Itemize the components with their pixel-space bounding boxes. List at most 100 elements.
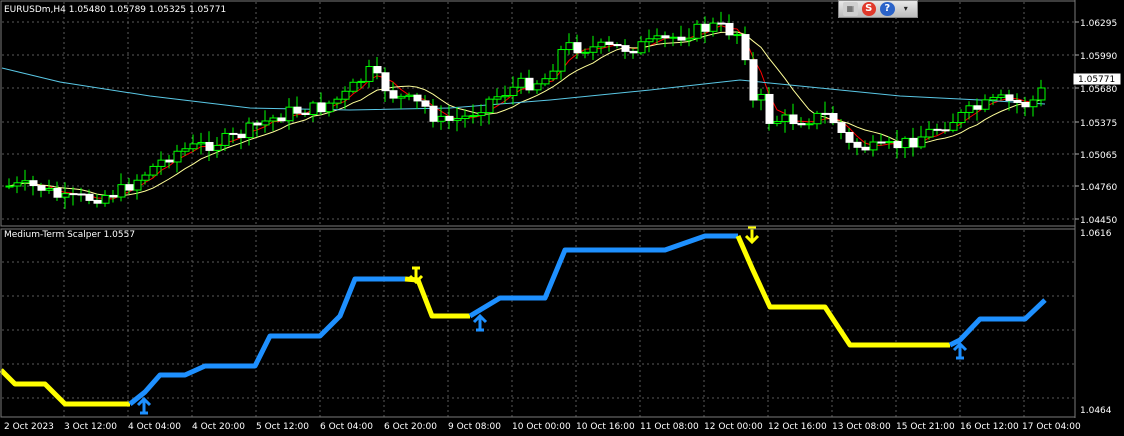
signal-s-button[interactable]: S <box>861 2 876 16</box>
time-label: 13 Oct 08:00 <box>832 422 891 432</box>
bull-candle <box>685 37 694 41</box>
bull-candle <box>501 95 510 98</box>
time-label: 4 Oct 04:00 <box>128 422 181 432</box>
axes <box>0 0 1079 418</box>
bull-candle <box>477 112 486 117</box>
bear-candle <box>253 122 262 126</box>
ma-fast-line <box>8 25 1042 200</box>
ma-mid-line <box>8 31 1042 197</box>
time-label: 10 Oct 00:00 <box>512 422 571 432</box>
bull-candle <box>773 121 782 124</box>
bear-candle <box>941 129 950 132</box>
bull-candle <box>581 51 590 54</box>
bull-candle <box>557 49 566 72</box>
grid-lines <box>2 2 1075 417</box>
bull-candle <box>597 41 606 48</box>
bear-candle <box>789 114 798 125</box>
bull-candle <box>965 105 974 113</box>
sell-arrow-icon <box>408 266 424 285</box>
bull-candle <box>45 187 54 191</box>
time-label: 12 Oct 16:00 <box>768 422 827 432</box>
indicator-pane-border <box>0 228 1076 418</box>
bull-candle <box>1037 87 1046 101</box>
moving-averages <box>1 25 1046 200</box>
bull-candle <box>733 34 742 37</box>
bear-candle <box>373 66 382 74</box>
bull-candle <box>141 174 150 181</box>
menu-dropdown-icon[interactable]: ▾ <box>899 2 914 16</box>
time-label: 6 Oct 20:00 <box>384 422 437 432</box>
buy-arrow-icon <box>136 396 152 415</box>
bear-candle <box>37 185 46 191</box>
bear-candle <box>853 141 862 148</box>
bear-candle <box>317 102 326 113</box>
bull-candle <box>157 159 166 167</box>
indicator-title: Medium-Term Scalper 1.0557 <box>4 230 135 240</box>
time-label: 5 Oct 12:00 <box>256 422 309 432</box>
bear-candle <box>861 146 870 151</box>
bear-candle <box>125 184 134 191</box>
scalper-trend-line <box>0 233 1047 407</box>
price-label: 1.05680 <box>1080 85 1117 95</box>
trend-segment-down <box>735 234 950 348</box>
bull-candle <box>549 70 558 80</box>
bull-candle <box>757 93 766 101</box>
bear-candle <box>605 41 614 46</box>
bull-candle <box>221 132 230 146</box>
buy-arrow-icon <box>952 341 968 360</box>
bull-candle <box>325 102 334 113</box>
bull-candle <box>213 144 222 151</box>
bear-candle <box>93 199 102 204</box>
time-label: 17 Oct 04:00 <box>1022 422 1081 432</box>
bull-candle <box>869 141 878 151</box>
bull-candle <box>397 95 406 99</box>
bull-candle <box>813 112 822 125</box>
bull-candle <box>541 78 550 85</box>
bear-candle <box>933 128 942 131</box>
indicator-level-label: 1.0464 <box>1080 406 1112 416</box>
signal-arrows <box>136 226 968 415</box>
bull-candle <box>957 111 966 124</box>
bear-candle <box>765 93 774 124</box>
bull-candle <box>365 66 374 82</box>
price-label: 1.04760 <box>1080 183 1117 193</box>
chart-canvas[interactable]: EURUSDm,H4 1.05480 1.05789 1.05325 1.057… <box>0 0 1124 436</box>
time-label: 6 Oct 04:00 <box>320 422 373 432</box>
bull-candle <box>341 90 350 100</box>
bull-candle <box>997 94 1006 98</box>
bull-candle <box>485 98 494 114</box>
help-button[interactable]: ? <box>880 2 895 16</box>
bull-candle <box>565 42 574 51</box>
time-label: 12 Oct 00:00 <box>704 422 763 432</box>
bull-candle <box>269 117 278 122</box>
bear-candle <box>1013 99 1022 103</box>
bear-candle <box>701 23 710 32</box>
bull-candle <box>669 36 678 39</box>
bull-candle <box>517 77 526 88</box>
time-label: 10 Oct 16:00 <box>576 422 635 432</box>
bear-candle <box>573 42 582 54</box>
candlesticks <box>5 11 1046 209</box>
bull-candle <box>261 120 270 126</box>
trend-segment-up <box>948 298 1047 348</box>
bull-candle <box>461 115 470 120</box>
bear-candle <box>381 72 390 92</box>
time-label: 11 Oct 08:00 <box>640 422 699 432</box>
bear-candle <box>237 133 246 139</box>
main-pane-border <box>0 0 1076 227</box>
bear-candle <box>613 44 622 47</box>
bull-candle <box>357 80 366 83</box>
bull-candle <box>149 165 158 176</box>
bear-candle <box>413 94 422 102</box>
bull-candle <box>61 193 70 198</box>
bull-candle <box>133 179 142 191</box>
grid-icon[interactable]: ▦ <box>843 2 858 16</box>
time-label: 4 Oct 20:00 <box>192 422 245 432</box>
bull-candle <box>101 194 110 204</box>
bull-candle <box>181 148 190 152</box>
bull-candle <box>981 99 990 110</box>
bull-candle <box>21 180 30 184</box>
bear-candle <box>797 123 806 126</box>
bull-candle <box>5 185 14 188</box>
bear-candle <box>445 115 454 121</box>
